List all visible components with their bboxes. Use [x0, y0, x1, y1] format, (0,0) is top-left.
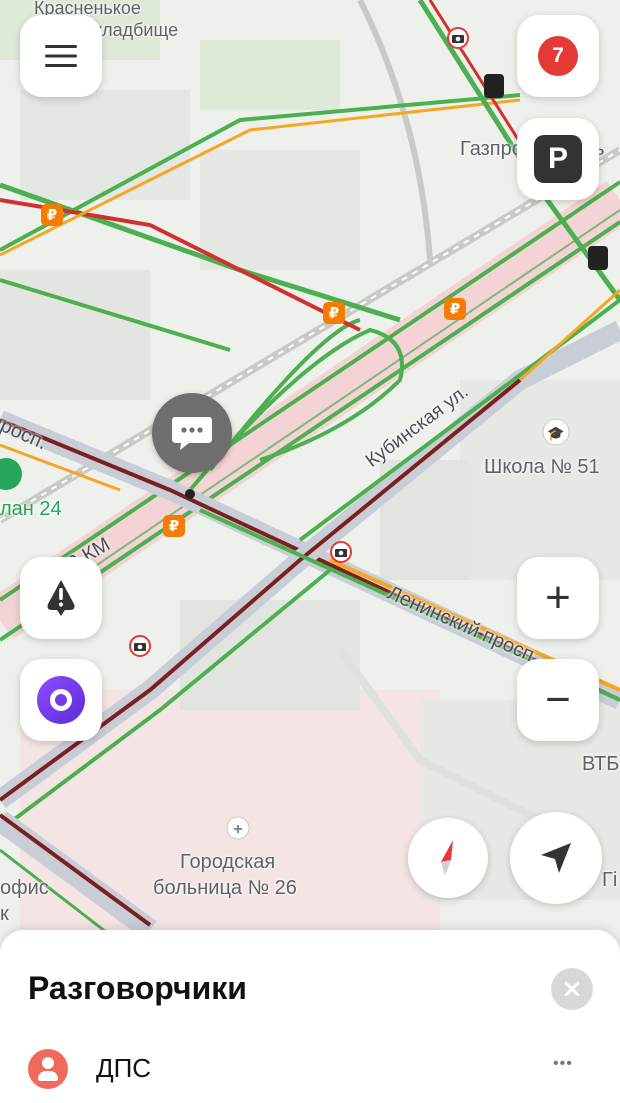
gi-label: Гі	[602, 869, 618, 891]
close-button[interactable]	[551, 968, 593, 1010]
cemetery-label-2: кладбище	[94, 20, 179, 40]
notifications-button[interactable]: 7	[517, 15, 599, 97]
hamburger-icon	[45, 45, 77, 67]
paid-parking-icon[interactable]: ₽	[41, 204, 63, 226]
notification-count-badge: 7	[538, 36, 578, 76]
hospital-label-1: Городская	[180, 851, 276, 873]
warning-icon	[47, 580, 75, 616]
traffic-light-icon[interactable]	[484, 74, 504, 98]
alice-icon	[37, 676, 85, 724]
bottom-sheet: Разговорчики ДПС •••	[0, 930, 620, 1103]
more-options-icon[interactable]: •••	[553, 1055, 573, 1073]
parking-button[interactable]: P	[517, 118, 599, 200]
speed-camera-icon[interactable]	[447, 27, 469, 49]
list-item-label: ДПС	[96, 1053, 152, 1083]
compass-button[interactable]	[408, 818, 488, 898]
traffic-light-icon[interactable]	[588, 246, 608, 270]
menu-button[interactable]	[20, 15, 102, 97]
paid-parking-icon[interactable]: ₽	[323, 302, 345, 324]
school-label: Школа № 51	[484, 456, 600, 478]
close-icon	[565, 982, 579, 996]
paid-parking-icon[interactable]: ₽	[163, 515, 185, 537]
user-avatar-icon	[28, 1049, 68, 1089]
hospital-label-2: больница № 26	[153, 877, 297, 899]
paid-parking-icon[interactable]: ₽	[444, 298, 466, 320]
zoom-out-button[interactable]: −	[517, 659, 599, 741]
k-label: к	[0, 903, 9, 925]
chat-bubble-icon[interactable]	[152, 393, 232, 473]
compass-icon	[441, 840, 453, 876]
alice-assistant-button[interactable]	[20, 659, 102, 741]
minus-icon: −	[545, 675, 571, 724]
speed-camera-icon[interactable]	[129, 635, 151, 657]
office-label: офис	[0, 877, 49, 899]
navigation-arrow-icon	[541, 843, 571, 873]
sheet-title: Разговорчики	[28, 970, 247, 1006]
svg-text:🎓: 🎓	[547, 425, 564, 442]
gazprom-label: Газпро	[460, 138, 523, 160]
zoom-in-button[interactable]: +	[517, 557, 599, 639]
speed-camera-icon[interactable]	[330, 541, 352, 563]
list-item[interactable]: ДПС •••	[0, 1045, 620, 1103]
svg-text:+: +	[233, 821, 242, 838]
vtb-label: ВТБ	[582, 753, 620, 775]
parking-icon: P	[534, 135, 582, 183]
report-incident-button[interactable]	[20, 557, 102, 639]
my-location-button[interactable]	[510, 812, 602, 904]
plan-label: лан 24	[0, 498, 62, 520]
plus-icon: +	[545, 573, 571, 622]
